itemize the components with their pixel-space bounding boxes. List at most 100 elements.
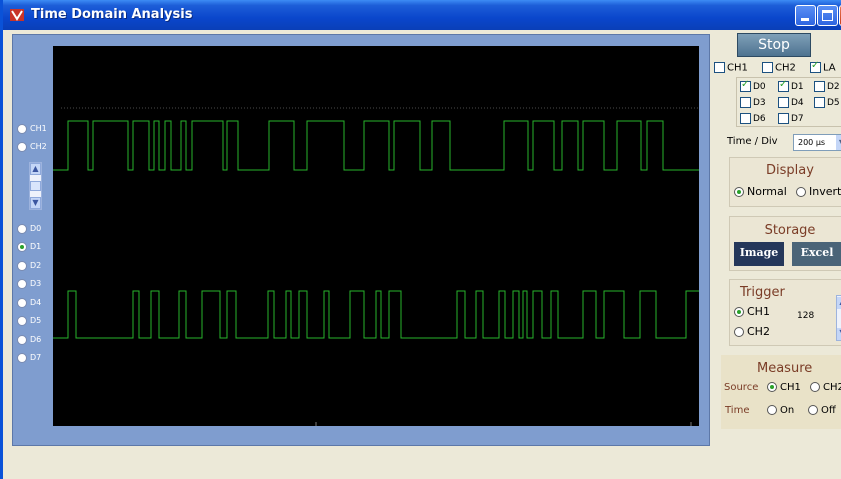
radio-label: Invert [809,185,841,198]
checkbox-icon [778,113,789,124]
check-label: D5 [827,98,840,108]
source-label: Source [724,382,759,393]
storage-group: Storage Image Excel [729,216,841,271]
radio-icon [17,223,27,234]
channel-radio-d7[interactable]: D7 [17,351,41,365]
trigger-level-scrollbar[interactable]: ▲ ▼ [836,295,841,341]
check-label: CH2 [775,62,796,74]
scroll-down-icon[interactable]: ▼ [837,328,841,340]
maximize-button[interactable] [817,5,838,26]
radio-label: On [780,405,795,416]
scroll-thumb[interactable] [30,181,41,191]
channel-radio-d0[interactable]: D0 [17,222,41,236]
offset-scrollbar[interactable]: ▲ ▼ [29,162,42,210]
save-excel-button[interactable]: Excel [792,242,841,266]
check-d2[interactable]: D2 [814,81,840,92]
channel-label: D7 [30,353,42,362]
oscilloscope-display [53,46,699,426]
radio-label: CH1 [747,305,770,318]
channel-label: CH1 [30,124,47,133]
maximize-icon [822,10,833,21]
check-label: D3 [753,98,766,108]
check-d6[interactable]: D6 [740,113,766,124]
check-label: D6 [753,114,766,124]
channel-radio-d2[interactable]: D2 [17,259,41,273]
minimize-icon [801,18,809,21]
check-label: CH1 [727,62,748,74]
radio-selected-icon [734,307,744,317]
display-normal-radio[interactable]: Normal [734,185,787,198]
waveform-canvas [53,107,699,426]
check-label: D7 [791,114,804,124]
time-div-value: 200 µs [798,138,826,147]
stop-button[interactable]: Stop [737,33,811,57]
scroll-up-button[interactable]: ▲ [30,163,41,175]
check-d1[interactable]: D1 [778,79,804,92]
check-ch2[interactable]: CH2 [762,62,796,74]
radio-icon [734,327,744,337]
channel-label: D2 [30,261,42,270]
checkbox-icon [740,97,751,108]
check-d4[interactable]: D4 [778,97,804,108]
checkbox-icon [814,97,825,108]
channel-radio-ch2[interactable]: CH2 [17,140,47,154]
check-label: D0 [753,82,766,92]
time-on-radio[interactable]: On [767,405,794,416]
check-d3[interactable]: D3 [740,97,766,108]
radio-icon [17,260,27,271]
display-group: Display Normal Invert [729,157,841,207]
checkbox-icon [714,62,725,73]
checkbox-icon [778,97,789,108]
checkbox-checked-icon [778,79,789,92]
checkbox-icon [762,62,773,73]
radio-icon [17,315,27,326]
radio-label: CH2 [747,325,770,338]
time-off-radio[interactable]: Off [808,405,836,416]
channel-radio-d1[interactable]: D1 [17,240,41,254]
chevron-down-icon: ▼ [836,135,841,150]
channel-label: CH2 [30,142,47,151]
trigger-title: Trigger [740,285,785,300]
check-d7[interactable]: D7 [778,113,804,124]
display-title: Display [766,163,814,178]
title-bar[interactable]: Time Domain Analysis ✕ [3,0,841,30]
display-invert-radio[interactable]: Invert [796,185,841,198]
trigger-level-value: 128 [797,311,815,321]
radio-selected-icon [767,382,777,392]
scroll-up-icon[interactable]: ▲ [837,297,841,309]
radio-label: CH1 [780,382,801,393]
channel-label: D3 [30,279,42,288]
save-image-button[interactable]: Image [734,242,784,266]
channel-radio-ch1[interactable]: CH1 [17,122,47,136]
source-ch1-radio[interactable]: CH1 [767,382,801,393]
check-d0[interactable]: D0 [740,79,766,92]
scroll-down-button[interactable]: ▼ [30,197,41,209]
minimize-button[interactable] [795,5,816,26]
source-ch2-radio[interactable]: CH2 [810,382,841,393]
channel-label: D4 [30,298,42,307]
check-ch1[interactable]: CH1 [714,62,748,74]
trigger-ch1-radio[interactable]: CH1 [734,305,770,318]
radio-label: Normal [747,185,787,198]
measure-title: Measure [757,361,813,376]
radio-icon [17,123,27,134]
channel-radio-d6[interactable]: D6 [17,333,41,347]
app-icon [10,9,24,21]
channel-radio-d4[interactable]: D4 [17,296,41,310]
check-la[interactable]: LA [810,60,836,74]
app-window: Time Domain Analysis ✕ CH1 CH2 D0 D1 D2 … [0,0,841,479]
radio-selected-icon [17,241,27,252]
channel-radio-d3[interactable]: D3 [17,277,41,291]
radio-selected-icon [734,187,744,197]
checkbox-icon [740,113,751,124]
window-title: Time Domain Analysis [31,7,193,22]
checkbox-icon [814,81,825,92]
channel-radio-d5[interactable]: D5 [17,314,41,328]
trigger-ch2-radio[interactable]: CH2 [734,325,770,338]
time-div-select[interactable]: 200 µs ▼ [793,134,841,151]
check-d5[interactable]: D5 [814,97,840,108]
radio-label: CH2 [823,382,841,393]
check-label: D1 [791,82,804,92]
measure-group: Measure Source CH1 CH2 Time On Off [721,355,841,429]
channel-label: D1 [30,242,42,251]
